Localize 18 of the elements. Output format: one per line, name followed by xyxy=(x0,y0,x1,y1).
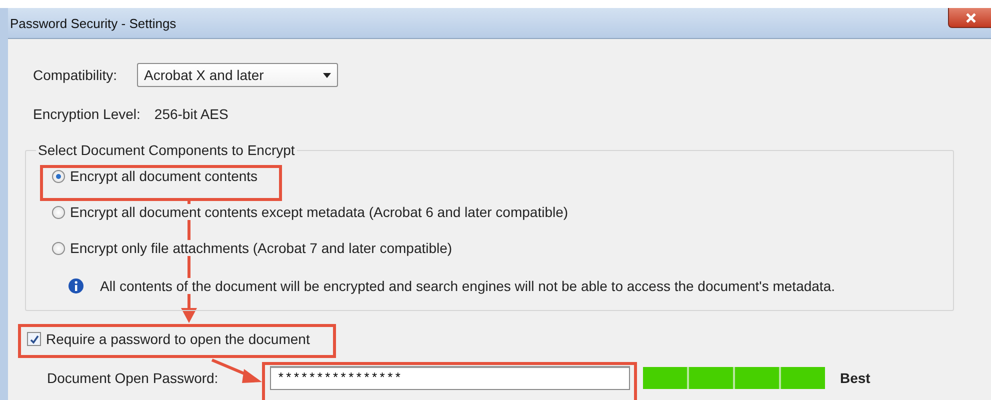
info-text: All contents of the document will be encrypted and search engines will not be able to access the document's metadata. xyxy=(100,278,835,294)
caret-icon xyxy=(323,72,331,78)
close-button[interactable] xyxy=(948,8,991,28)
checkbox-label: Require a password to open the document xyxy=(46,331,310,347)
compatibility-label: Compatibility: xyxy=(33,67,118,83)
encryption-level-label: Encryption Level: xyxy=(33,106,140,122)
checkbox[interactable] xyxy=(27,332,41,346)
password-field[interactable]: **************** xyxy=(270,366,630,390)
strength-reading: Best xyxy=(840,370,870,386)
compatibility-dropdown[interactable]: Acrobat X and later xyxy=(137,63,338,87)
option-label: Encrypt only file attachments (Acrobat 7 and later compatible) xyxy=(70,240,452,256)
option-label: Encrypt all document contents except metadata (Acrobat 6 and later compatible) xyxy=(70,204,568,220)
group-title: Select Document Components to Encrypt xyxy=(37,142,296,158)
window-title: Password Security - Settings xyxy=(9,16,176,30)
password-label: Document Open Password: xyxy=(47,370,218,386)
info-icon xyxy=(68,278,84,294)
close-icon xyxy=(966,12,976,22)
encryption-level-value: 256-bit AES xyxy=(154,106,228,122)
